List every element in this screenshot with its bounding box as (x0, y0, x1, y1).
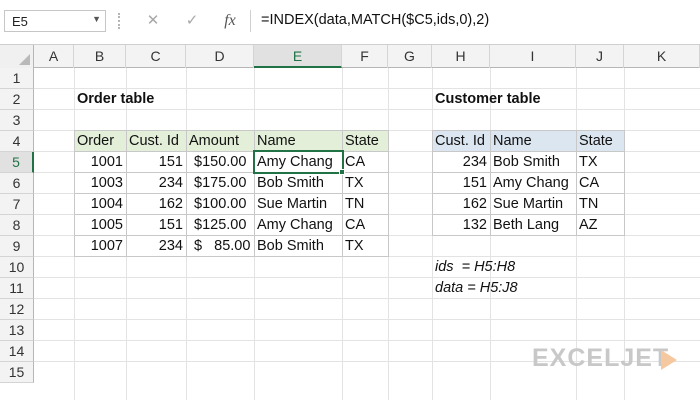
insert-function-icon[interactable]: fx (218, 10, 242, 32)
order-cell[interactable]: 1005 (76, 215, 123, 236)
row-header-15[interactable]: 15 (0, 362, 34, 383)
row-header-10[interactable]: 10 (0, 257, 34, 278)
enter-icon[interactable]: ✓ (180, 10, 204, 32)
row-header-9[interactable]: 9 (0, 236, 34, 257)
named-range-data[interactable]: data = H5:J8 (435, 278, 518, 299)
order-cell[interactable]: $ 85.00 (194, 236, 250, 257)
row-header-13[interactable]: 13 (0, 320, 34, 341)
customer-cell[interactable]: Amy Chang (493, 173, 569, 194)
order-cell[interactable]: $175.00 (194, 173, 246, 194)
exceljet-logo: EXCELJET (532, 344, 670, 372)
order-cell[interactable]: $150.00 (194, 152, 246, 173)
formula-input[interactable]: =INDEX(data,MATCH($C5,ids,0),2) (250, 10, 700, 32)
table-line (490, 130, 491, 235)
column-header-j[interactable]: J (576, 45, 624, 68)
column-header-g[interactable]: G (388, 45, 432, 68)
column-header-i[interactable]: I (490, 45, 576, 68)
column-header-e[interactable]: E (254, 45, 342, 68)
chevron-down-icon[interactable]: ▼ (92, 14, 101, 24)
row-header-4[interactable]: 4 (0, 131, 34, 152)
column-header-b[interactable]: B (74, 45, 126, 68)
customer-header-name[interactable]: Name (493, 131, 532, 152)
order-header-name[interactable]: Name (257, 131, 296, 152)
order-cell[interactable]: CA (345, 215, 365, 236)
order-cell[interactable]: TX (345, 236, 364, 257)
column-header-f[interactable]: F (342, 45, 388, 68)
order-cell[interactable]: $100.00 (194, 194, 246, 215)
formula-bar: E5 ▼ ✕ ✓ fx =INDEX(data,MATCH($C5,ids,0)… (0, 0, 700, 44)
table-line (576, 130, 577, 235)
cancel-icon[interactable]: ✕ (141, 10, 165, 32)
row-header-14[interactable]: 14 (0, 341, 34, 362)
customer-cell[interactable]: 132 (434, 215, 487, 236)
order-cell[interactable]: 162 (128, 194, 183, 215)
column-header-k[interactable]: K (624, 45, 700, 68)
order-cell[interactable]: CA (345, 152, 365, 173)
column-header-h[interactable]: H (432, 45, 490, 68)
order-cell[interactable]: TX (345, 173, 364, 194)
gridline (34, 298, 700, 299)
order-cell[interactable]: 1007 (76, 236, 123, 257)
row-header-5[interactable]: 5 (0, 152, 34, 173)
order-header-amount[interactable]: Amount (189, 131, 239, 152)
customer-cell[interactable]: TN (579, 194, 598, 215)
row-header-3[interactable]: 3 (0, 110, 34, 131)
order-header-state[interactable]: State (345, 131, 379, 152)
order-cell[interactable]: 151 (128, 152, 183, 173)
column-header-d[interactable]: D (186, 45, 254, 68)
select-all-icon (19, 54, 30, 65)
order-cell[interactable]: Amy Chang (257, 215, 333, 236)
active-cell-selection[interactable] (253, 150, 344, 174)
customer-cell[interactable]: 234 (434, 152, 487, 173)
exceljet-logo-mark (661, 350, 677, 370)
customer-cell[interactable]: 151 (434, 173, 487, 194)
formula-bar-separator (118, 13, 123, 29)
order-cell[interactable]: TN (345, 194, 364, 215)
customer-cell[interactable]: Bob Smith (493, 152, 560, 173)
row-header-6[interactable]: 6 (0, 173, 34, 194)
customer-cell[interactable]: 162 (434, 194, 487, 215)
order-cell[interactable]: 1003 (76, 173, 123, 194)
order-cell[interactable]: 234 (128, 173, 183, 194)
name-box[interactable]: E5 ▼ (4, 10, 106, 32)
gridline (34, 277, 700, 278)
customer-cell[interactable]: Sue Martin (493, 194, 563, 215)
name-box-value: E5 (12, 14, 28, 29)
row-header-1[interactable]: 1 (0, 68, 34, 89)
fill-handle[interactable] (339, 169, 345, 175)
order-cell[interactable]: 151 (128, 215, 183, 236)
customer-header-state[interactable]: State (579, 131, 613, 152)
order-cell[interactable]: $125.00 (194, 215, 246, 236)
customer-cell[interactable]: AZ (579, 215, 598, 236)
gridline (34, 319, 700, 320)
customer-header-cust-id[interactable]: Cust. Id (435, 131, 485, 152)
row-header-12[interactable]: 12 (0, 299, 34, 320)
order-cell[interactable]: 1001 (76, 152, 123, 173)
gridline (34, 340, 700, 341)
named-range-ids[interactable]: ids = H5:H8 (435, 257, 515, 278)
column-header-a[interactable]: A (34, 45, 74, 68)
order-header-cust-id[interactable]: Cust. Id (129, 131, 179, 152)
order-cell[interactable]: 234 (128, 236, 183, 257)
customer-cell[interactable]: TX (579, 152, 598, 173)
row-header-7[interactable]: 7 (0, 194, 34, 215)
order-cell[interactable]: Bob Smith (257, 236, 324, 257)
row-header-2[interactable]: 2 (0, 89, 34, 110)
column-header-row: A B C D E F G H I J K (0, 44, 700, 68)
select-all-button[interactable] (0, 45, 34, 68)
customer-cell[interactable]: Beth Lang (493, 215, 559, 236)
row-header-8[interactable]: 8 (0, 215, 34, 236)
row-header-11[interactable]: 11 (0, 278, 34, 299)
order-cell[interactable]: Bob Smith (257, 173, 324, 194)
column-header-c[interactable]: C (126, 45, 186, 68)
order-header-order[interactable]: Order (77, 131, 114, 152)
order-cell[interactable]: 1004 (76, 194, 123, 215)
order-table-title[interactable]: Order table (77, 89, 154, 110)
order-cell[interactable]: Sue Martin (257, 194, 327, 215)
customer-cell[interactable]: CA (579, 173, 599, 194)
customer-table-title[interactable]: Customer table (435, 89, 541, 110)
